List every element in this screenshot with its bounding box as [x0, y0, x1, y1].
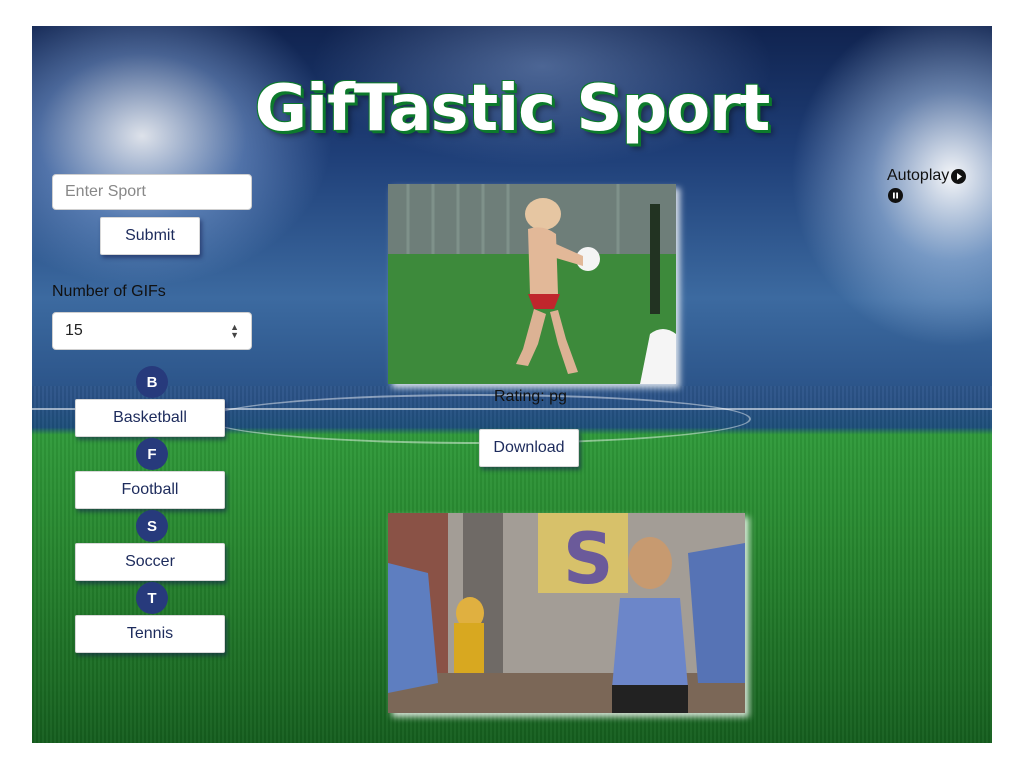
- tennis-button[interactable]: Tennis: [75, 615, 225, 653]
- gif-count-value: 15: [65, 322, 83, 339]
- autoplay-label: Autoplay: [887, 167, 950, 184]
- football-button[interactable]: Football: [75, 471, 225, 509]
- page-title: GifTastic Sport: [254, 72, 771, 146]
- tennis-initial-badge: T: [136, 582, 168, 614]
- submit-button[interactable]: Submit: [100, 217, 200, 255]
- download-button[interactable]: Download: [479, 429, 579, 467]
- svg-text:S: S: [563, 518, 613, 600]
- basketball-button[interactable]: Basketball: [75, 399, 225, 437]
- soccer-initial-badge: S: [136, 510, 168, 542]
- football-initial-badge: F: [136, 438, 168, 470]
- gif-count-select[interactable]: 15 ▲ ▼: [52, 312, 252, 350]
- gif-result-image[interactable]: S: [388, 513, 745, 713]
- gif-result-image[interactable]: [388, 184, 676, 384]
- gif-count-label: Number of GIFs: [52, 283, 166, 300]
- toddler-with-ball-gif: [388, 184, 676, 384]
- stadium-background: GifTastic Sport Submit Number of GIFs 15…: [32, 26, 992, 743]
- gif-rating: Rating: pg: [494, 388, 567, 405]
- sport-search-input[interactable]: [52, 174, 252, 210]
- autoplay-control[interactable]: Autoplay: [887, 167, 967, 185]
- soccer-button[interactable]: Soccer: [75, 543, 225, 581]
- select-arrows-icon: ▲ ▼: [230, 322, 239, 340]
- pause-icon[interactable]: [888, 188, 903, 203]
- cheerleaders-gif: S: [388, 513, 745, 713]
- play-icon[interactable]: [951, 168, 967, 184]
- basketball-initial-badge: B: [136, 366, 168, 398]
